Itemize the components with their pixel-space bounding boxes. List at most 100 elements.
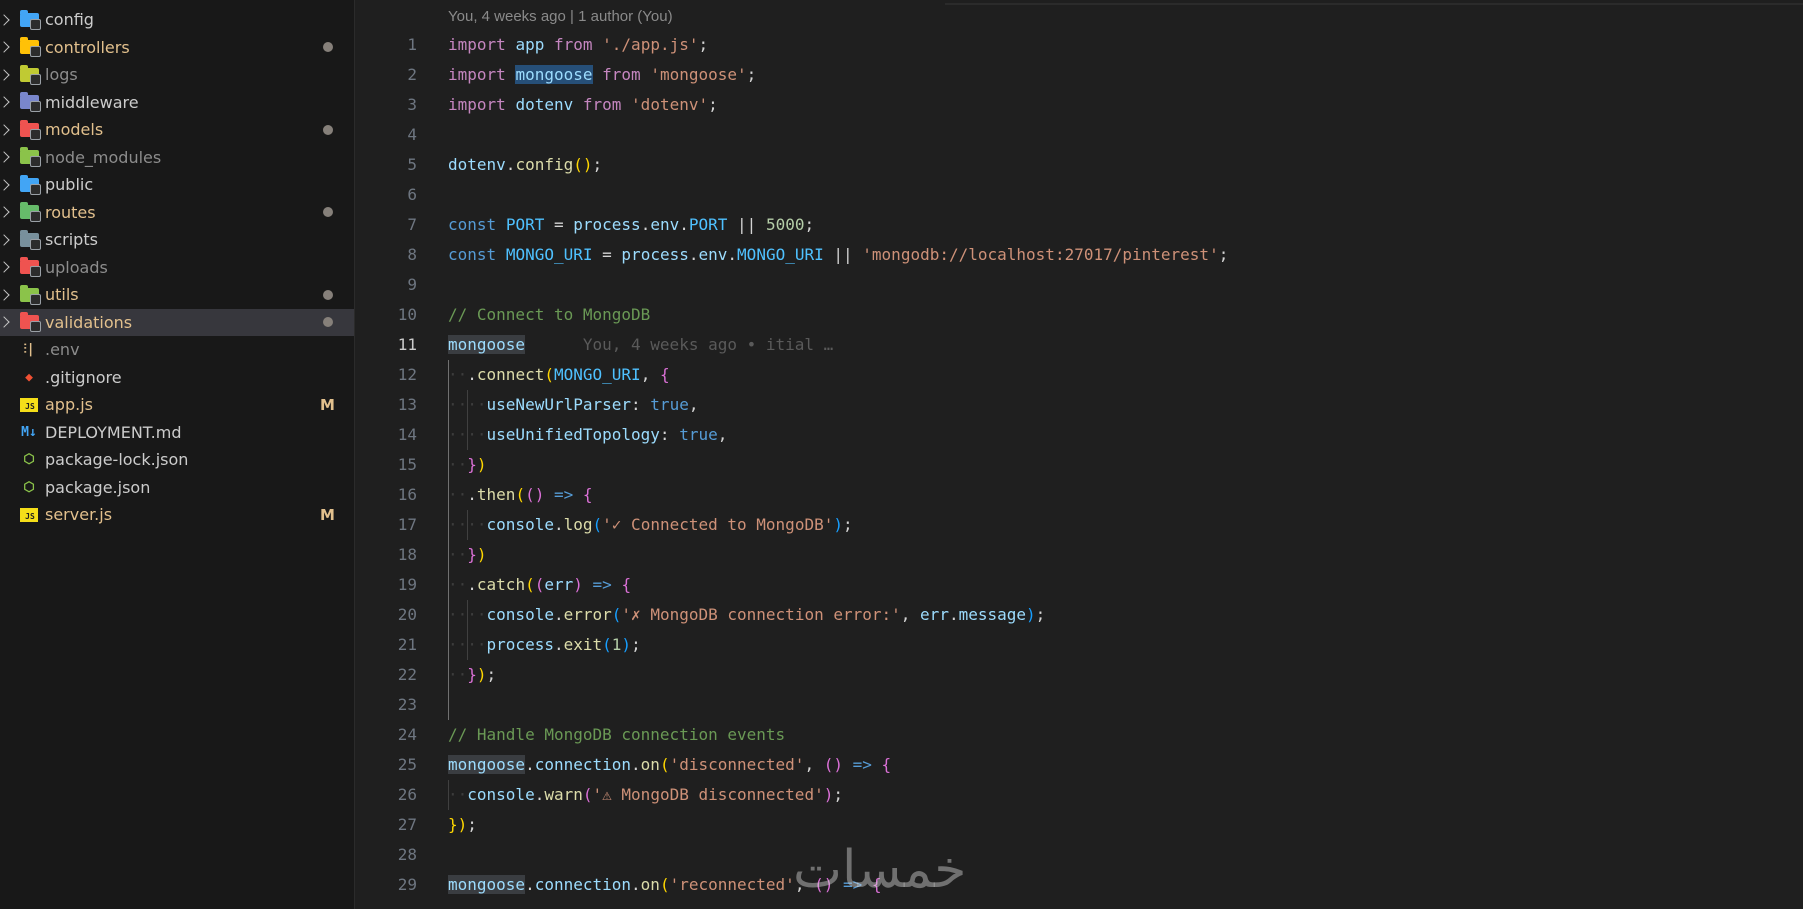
code-line-3[interactable]: import dotenv from 'dotenv'; xyxy=(448,90,718,120)
folder-item-controllers[interactable]: controllers xyxy=(0,34,354,61)
code-line-5[interactable]: dotenv.config(); xyxy=(448,150,602,180)
line-number[interactable]: 17 xyxy=(355,510,417,540)
models-folder-icon xyxy=(19,119,41,140)
folder-item-public[interactable]: public xyxy=(0,171,354,198)
code-token: mongoose xyxy=(515,65,593,84)
file-item-server-js[interactable]: JS server.js M xyxy=(0,501,354,528)
folder-item-utils[interactable]: utils xyxy=(0,281,354,308)
code-line-27[interactable]: }); xyxy=(448,810,477,840)
code-line-21[interactable]: ····process.exit(1); xyxy=(448,630,641,660)
code-line-14[interactable]: ····useUnifiedTopology: true, xyxy=(448,420,727,450)
code-line-16[interactable]: ··.then(() => { xyxy=(448,480,593,510)
folder-item-logs[interactable]: logs xyxy=(0,61,354,88)
code-token: ( xyxy=(602,635,612,654)
code-line-13[interactable]: ····useNewUrlParser: true, xyxy=(448,390,698,420)
chevron-right-icon[interactable] xyxy=(2,6,12,33)
line-number[interactable]: 10 xyxy=(355,300,417,330)
code-line-7[interactable]: const PORT = process.env.PORT || 5000; xyxy=(448,210,814,240)
file-item-package-lock-json[interactable]: ⬡ package-lock.json xyxy=(0,446,354,473)
code-token: then xyxy=(476,485,516,504)
code-line-24[interactable]: // Handle MongoDB connection events xyxy=(448,720,785,750)
folder-item-node-modules[interactable]: node_modules xyxy=(0,144,354,171)
folder-item-validations[interactable]: validations xyxy=(0,308,354,336)
code-line-1[interactable]: import app from './app.js'; xyxy=(448,30,708,60)
line-number[interactable]: 21 xyxy=(355,630,417,660)
line-number[interactable]: 8 xyxy=(355,240,417,270)
code-line-17[interactable]: ····console.log('✓ Connected to MongoDB'… xyxy=(448,510,853,540)
line-number[interactable]: 3 xyxy=(355,90,417,120)
line-number[interactable]: 18 xyxy=(355,540,417,570)
folder-item-scripts[interactable]: scripts xyxy=(0,226,354,253)
code-token: ; xyxy=(746,65,757,84)
chevron-right-icon[interactable] xyxy=(2,226,12,253)
file-item-deployment-md[interactable]: M↓ DEPLOYMENT.md xyxy=(0,419,354,446)
code-line-2[interactable]: import mongoose from 'mongoose'; xyxy=(448,60,756,90)
blame-codelens[interactable]: You, 4 weeks ago | 1 author (You) xyxy=(448,8,673,25)
line-number[interactable]: 22 xyxy=(355,660,417,690)
chevron-right-icon[interactable] xyxy=(2,116,12,143)
line-number[interactable]: 11 xyxy=(355,330,417,360)
chevron-right-icon[interactable] xyxy=(2,199,12,226)
chevron-right-icon[interactable] xyxy=(2,89,12,116)
line-number[interactable]: 26 xyxy=(355,780,417,810)
file-item-package-json[interactable]: ⬡ package.json xyxy=(0,474,354,501)
code-line-18[interactable]: ··}) xyxy=(448,540,487,570)
line-number[interactable]: 5 xyxy=(355,150,417,180)
file-item-gitignore[interactable]: ◆ .gitignore xyxy=(0,364,354,391)
line-number[interactable]: 13 xyxy=(355,390,417,420)
folder-item-routes[interactable]: routes xyxy=(0,199,354,226)
line-number[interactable]: 20 xyxy=(355,600,417,630)
chevron-right-icon[interactable] xyxy=(2,34,12,61)
code-editor[interactable]: You, 4 weeks ago | 1 author (You) 123456… xyxy=(355,0,1803,909)
explorer-item-label: .env xyxy=(45,340,80,359)
line-number[interactable]: 23 xyxy=(355,690,417,720)
line-number[interactable]: 2 xyxy=(355,60,417,90)
line-number[interactable]: 6 xyxy=(355,180,417,210)
line-number[interactable]: 29 xyxy=(355,870,417,900)
modified-dot-indicator xyxy=(323,289,333,300)
folder-item-middleware[interactable]: middleware xyxy=(0,89,354,116)
code-line-8[interactable]: const MONGO_URI = process.env.MONGO_URI … xyxy=(448,240,1228,270)
code-line-26[interactable]: ··console.warn('⚠ MongoDB disconnected')… xyxy=(448,780,843,810)
code-token: . xyxy=(688,245,699,264)
code-token: process xyxy=(486,635,554,654)
line-number[interactable]: 15 xyxy=(355,450,417,480)
line-number[interactable]: 1 xyxy=(355,30,417,60)
line-number[interactable]: 12 xyxy=(355,360,417,390)
code-line-12[interactable]: ··.connect(MONGO_URI, { xyxy=(448,360,670,390)
line-number[interactable]: 9 xyxy=(355,270,417,300)
code-token: 'dotenv' xyxy=(631,95,709,114)
line-number[interactable]: 14 xyxy=(355,420,417,450)
chevron-right-icon[interactable] xyxy=(2,61,12,88)
line-number[interactable]: 16 xyxy=(355,480,417,510)
code-line-15[interactable]: ··}) xyxy=(448,450,487,480)
code-line-11[interactable]: mongoose You, 4 weeks ago • itial … xyxy=(448,330,833,360)
line-number[interactable]: 24 xyxy=(355,720,417,750)
line-number[interactable]: 25 xyxy=(355,750,417,780)
chevron-right-icon[interactable] xyxy=(2,281,12,308)
folder-item-models[interactable]: models xyxy=(0,116,354,143)
code-token: from xyxy=(602,65,641,84)
chevron-right-icon[interactable] xyxy=(2,309,12,336)
folder-item-uploads[interactable]: uploads xyxy=(0,254,354,281)
code-line-22[interactable]: ··}); xyxy=(448,660,496,690)
line-number[interactable]: 28 xyxy=(355,840,417,870)
folder-item-config[interactable]: config xyxy=(0,6,354,33)
code-line-25[interactable]: mongoose.connection.on('disconnected', (… xyxy=(448,750,891,780)
code-line-19[interactable]: ··.catch((err) => { xyxy=(448,570,631,600)
line-number[interactable]: 19 xyxy=(355,570,417,600)
code-line-20[interactable]: ····console.error('✗ MongoDB connection … xyxy=(448,600,1045,630)
file-item-app-js[interactable]: JS app.js M xyxy=(0,391,354,418)
line-number[interactable]: 4 xyxy=(355,120,417,150)
code-line-10[interactable]: // Connect to MongoDB xyxy=(448,300,650,330)
file-item-env[interactable]: ⫶| .env xyxy=(0,336,354,363)
code-token: err xyxy=(544,575,574,594)
line-number[interactable]: 27 xyxy=(355,810,417,840)
node-modules-folder-icon xyxy=(19,147,41,167)
chevron-right-icon[interactable] xyxy=(2,171,12,198)
line-number[interactable]: 7 xyxy=(355,210,417,240)
chevron-right-icon[interactable] xyxy=(2,254,12,281)
code-token: useNewUrlParser xyxy=(486,395,632,414)
chevron-right-icon[interactable] xyxy=(2,144,12,171)
